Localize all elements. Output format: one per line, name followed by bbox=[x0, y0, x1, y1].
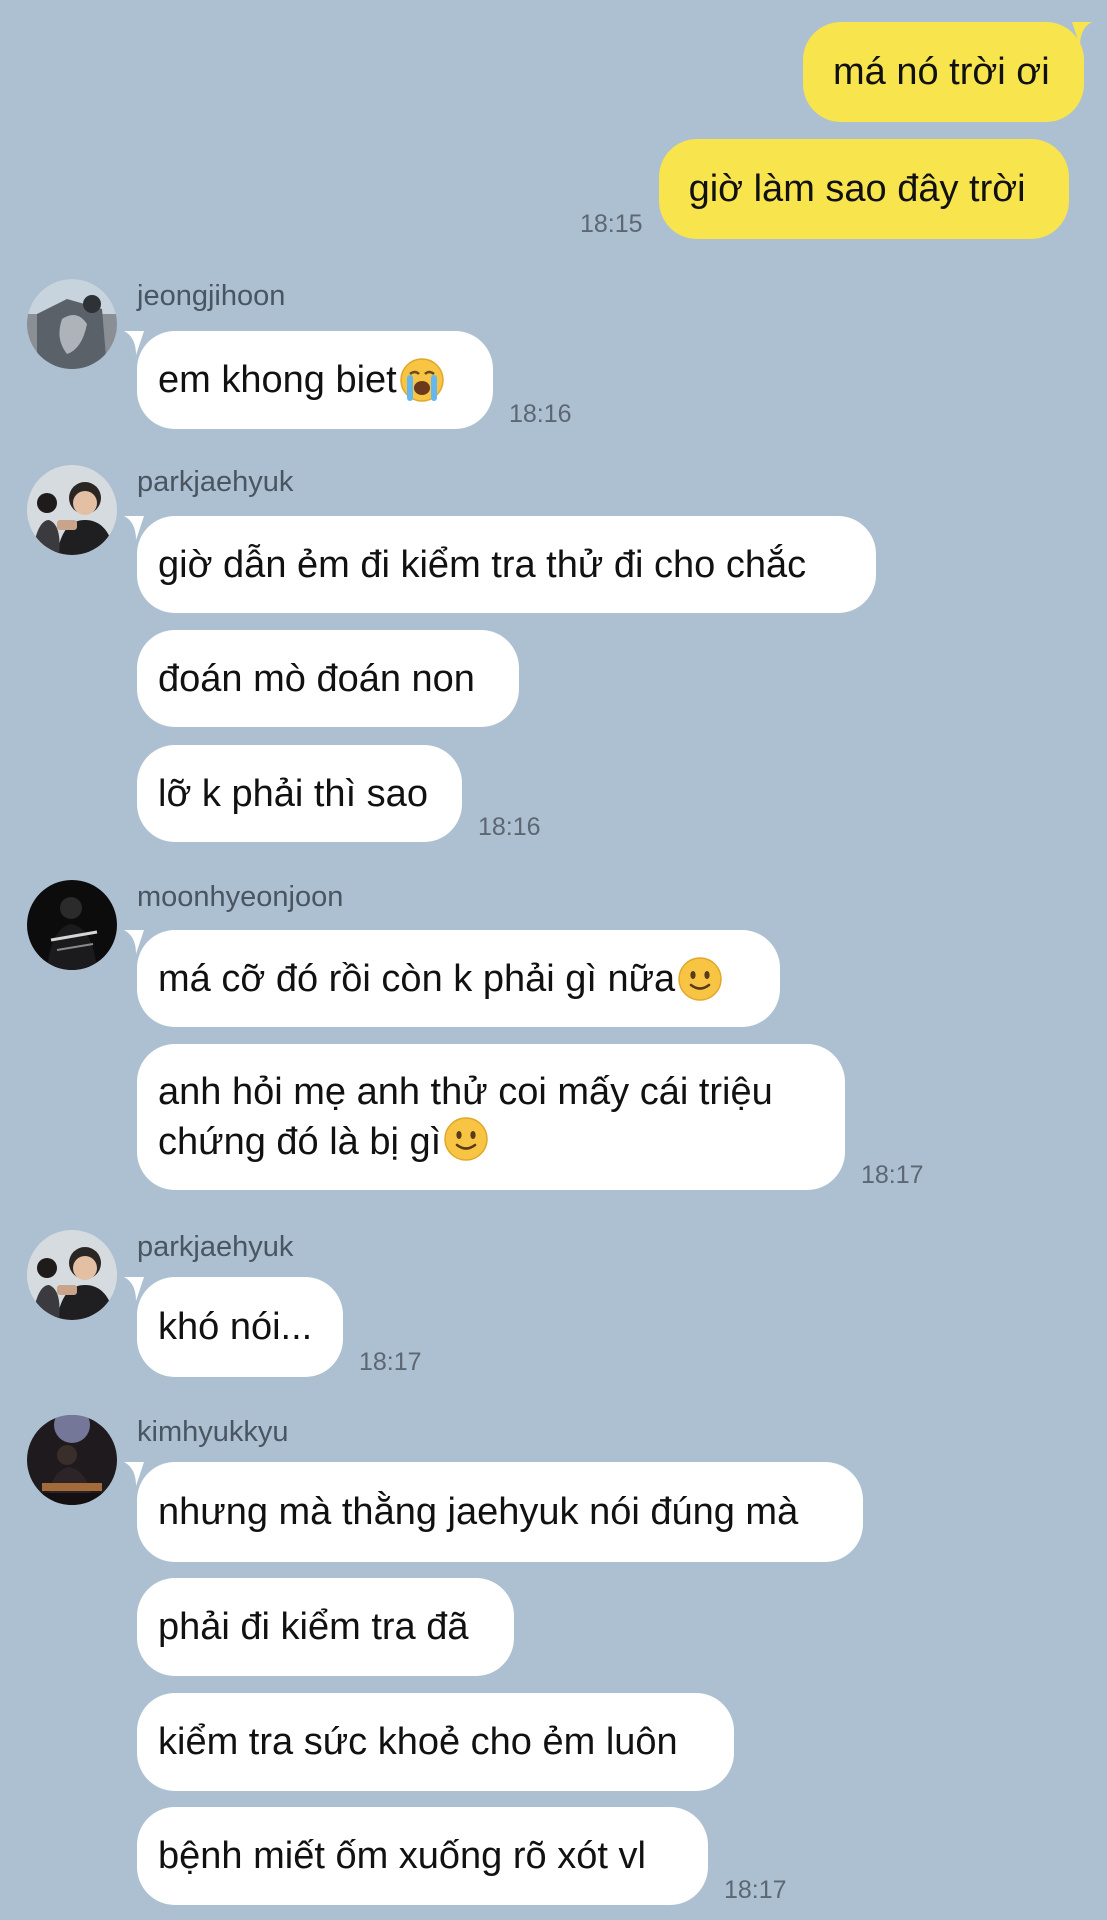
incoming-message[interactable]: giờ dẫn ẻm đi kiểm tra thử đi cho chắc bbox=[137, 516, 876, 613]
message-bubble[interactable]: giờ dẫn ẻm đi kiểm tra thử đi cho chắc bbox=[137, 516, 876, 613]
message-text: lỡ k phải thì sao bbox=[158, 772, 428, 815]
message-bubble[interactable]: kiểm tra sức khoẻ cho ẻm luôn bbox=[137, 1693, 734, 1791]
message-bubble[interactable]: em khong biet bbox=[137, 331, 493, 429]
incoming-message[interactable]: phải đi kiểm tra đã bbox=[137, 1578, 514, 1676]
message-bubble[interactable]: giờ làm sao đây trời bbox=[658, 139, 1069, 239]
sender-name: parkjaehyuk bbox=[137, 1231, 294, 1263]
avatar[interactable] bbox=[27, 279, 117, 369]
message-bubble[interactable]: má cỡ đó rồi còn k phải gì nữa bbox=[137, 930, 780, 1027]
message-bubble[interactable]: bệnh miết ốm xuống rõ xót vl bbox=[137, 1807, 708, 1905]
incoming-message[interactable]: má cỡ đó rồi còn k phải gì nữa bbox=[137, 930, 780, 1027]
message-bubble[interactable]: má nó trời ơi bbox=[803, 22, 1084, 122]
incoming-message[interactable]: khó nói... 18:17 bbox=[137, 1277, 438, 1377]
avatar[interactable] bbox=[27, 880, 117, 970]
message-text: em khong biet bbox=[158, 359, 397, 401]
chat-view: má nó trời ơi 18:15 giờ làm sao đây trời… bbox=[0, 0, 1107, 1920]
message-bubble[interactable]: nhưng mà thằng jaehyuk nói đúng mà bbox=[137, 1462, 863, 1562]
message-bubble[interactable]: phải đi kiểm tra đã bbox=[137, 1578, 514, 1676]
incoming-message[interactable]: em khong biet 18:16 bbox=[137, 331, 588, 429]
sender-name: moonhyeonjoon bbox=[137, 881, 344, 913]
message-text: nhưng mà thằng jaehyuk nói đúng mà bbox=[158, 1491, 799, 1533]
sender-name: kimhyukkyu bbox=[137, 1416, 289, 1448]
bubble-tail bbox=[1072, 22, 1092, 46]
message-text: giờ làm sao đây trời bbox=[688, 168, 1026, 210]
timestamp: 18:16 bbox=[509, 400, 572, 428]
message-text: kiểm tra sức khoẻ cho ẻm luôn bbox=[158, 1721, 678, 1763]
message-text: phải đi kiểm tra đã bbox=[158, 1606, 469, 1648]
outgoing-message[interactable]: má nó trời ơi bbox=[803, 22, 1084, 122]
timestamp: 18:17 bbox=[359, 1348, 422, 1376]
message-bubble[interactable]: đoán mò đoán non bbox=[137, 630, 519, 727]
timestamp: 18:15 bbox=[580, 210, 643, 238]
incoming-message[interactable]: kiểm tra sức khoẻ cho ẻm luôn bbox=[137, 1693, 734, 1791]
sender-name: parkjaehyuk bbox=[137, 466, 294, 498]
photo-avatar-icon bbox=[27, 1415, 117, 1505]
photo-avatar-icon bbox=[27, 279, 117, 369]
message-bubble[interactable]: anh hỏi mẹ anh thử coi mấy cái triệu chứ… bbox=[137, 1044, 845, 1190]
slightly-smiling-face-icon bbox=[444, 1117, 488, 1161]
message-bubble[interactable]: lỡ k phải thì sao bbox=[137, 745, 462, 842]
photo-avatar-icon bbox=[27, 465, 117, 555]
avatar[interactable] bbox=[27, 1230, 117, 1320]
incoming-message[interactable]: anh hỏi mẹ anh thử coi mấy cái triệu chứ… bbox=[137, 1044, 940, 1190]
message-bubble[interactable]: khó nói... bbox=[137, 1277, 343, 1377]
timestamp: 18:16 bbox=[478, 813, 541, 841]
incoming-message[interactable]: lỡ k phải thì sao 18:16 bbox=[137, 745, 557, 842]
avatar[interactable] bbox=[27, 465, 117, 555]
timestamp: 18:17 bbox=[724, 1876, 787, 1904]
message-text: anh hỏi mẹ anh thử coi mấy cái triệu chứ… bbox=[158, 1068, 778, 1166]
incoming-message[interactable]: bệnh miết ốm xuống rõ xót vl 18:17 bbox=[137, 1807, 803, 1905]
photo-avatar-icon bbox=[27, 880, 117, 970]
sender-name: jeongjihoon bbox=[137, 280, 286, 312]
message-text: giờ dẫn ẻm đi kiểm tra thử đi cho chắc bbox=[158, 543, 807, 586]
outgoing-message[interactable]: 18:15 giờ làm sao đây trời bbox=[580, 139, 1069, 239]
message-text: má nó trời ơi bbox=[833, 51, 1050, 93]
photo-avatar-icon bbox=[27, 1230, 117, 1320]
message-text: đoán mò đoán non bbox=[158, 657, 475, 700]
incoming-message[interactable]: nhưng mà thằng jaehyuk nói đúng mà bbox=[137, 1462, 863, 1562]
message-text: bệnh miết ốm xuống rõ xót vl bbox=[158, 1835, 646, 1877]
avatar[interactable] bbox=[27, 1415, 117, 1505]
message-text: má cỡ đó rồi còn k phải gì nữa bbox=[158, 957, 676, 1000]
timestamp: 18:17 bbox=[861, 1161, 924, 1189]
message-text: khó nói... bbox=[158, 1306, 313, 1348]
loudly-crying-face-icon bbox=[399, 358, 444, 402]
incoming-message[interactable]: đoán mò đoán non bbox=[137, 630, 519, 727]
slightly-smiling-face-icon bbox=[678, 956, 722, 1001]
